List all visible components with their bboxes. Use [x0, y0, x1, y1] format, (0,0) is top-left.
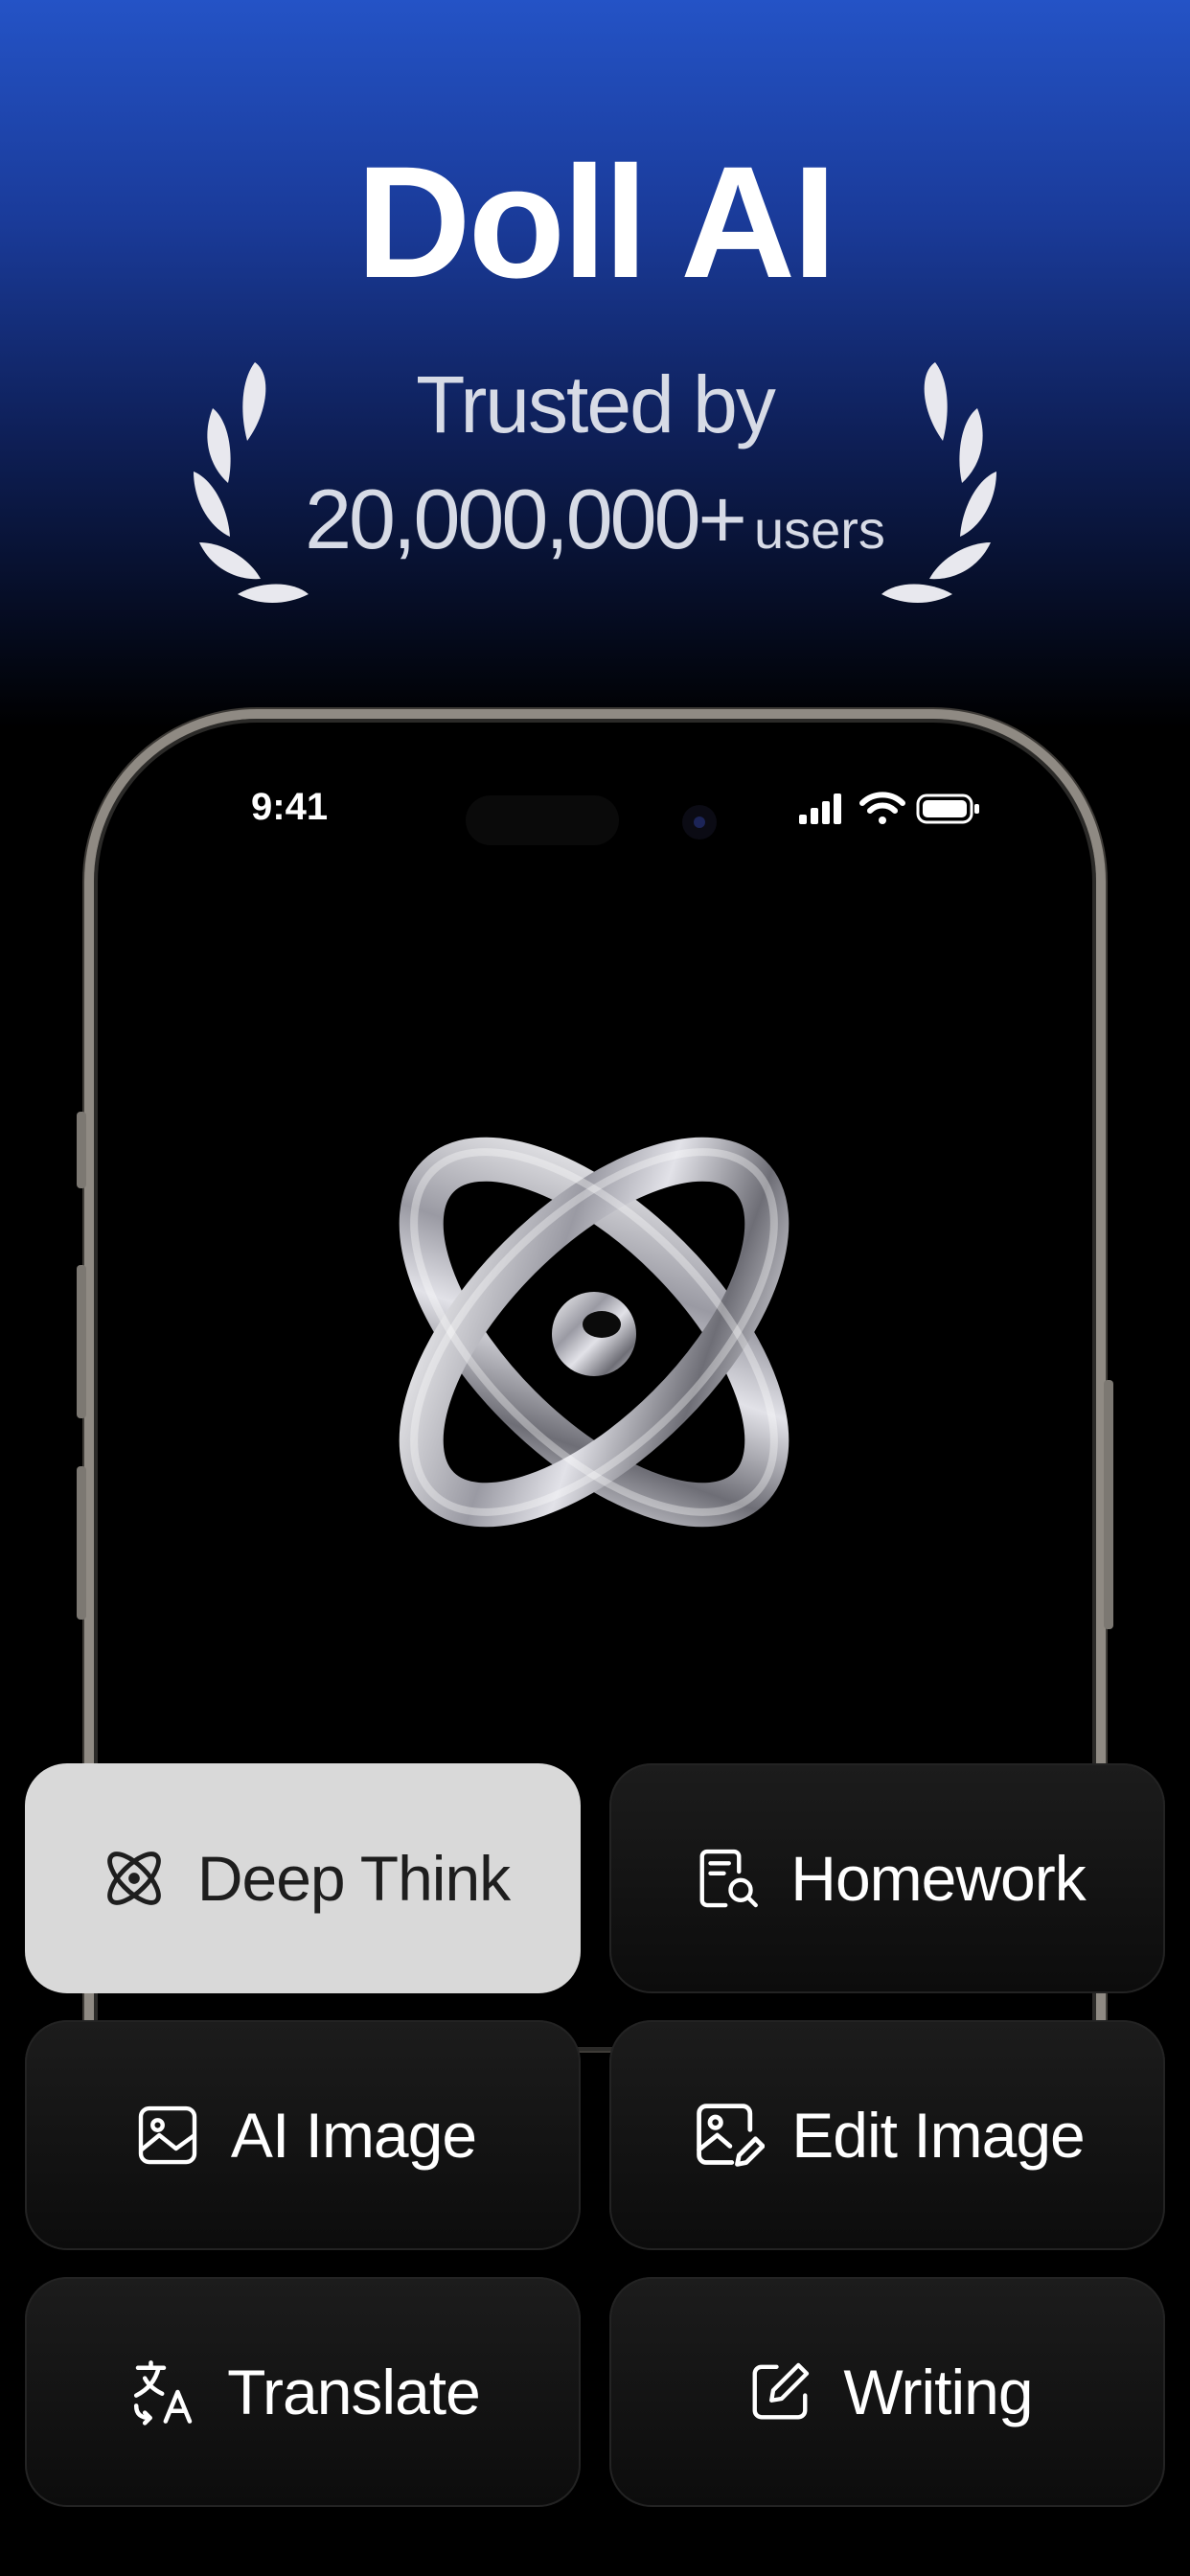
translate-label: Translate	[227, 2357, 481, 2427]
dynamic-island	[466, 795, 619, 845]
edit-image-button[interactable]: Edit Image	[609, 2020, 1165, 2250]
homework-button[interactable]: Homework	[609, 1763, 1165, 1993]
camera-icon	[682, 805, 717, 840]
pencil-square-icon	[742, 2354, 818, 2430]
deep-think-button[interactable]: Deep Think	[25, 1763, 581, 1993]
status-time: 9:41	[251, 786, 329, 828]
cellular-signal-icon	[799, 794, 841, 824]
ai-image-label: AI Image	[230, 2100, 477, 2171]
document-search-icon	[689, 1840, 766, 1917]
doll-ai-logo	[399, 1137, 790, 1528]
deep-think-label: Deep Think	[196, 1843, 511, 1914]
trust-badge: Trusted by 20,000,000+ users	[0, 364, 1190, 562]
translate-icon	[126, 2354, 202, 2430]
writing-label: Writing	[843, 2357, 1033, 2427]
phone-volume-up-button	[77, 1265, 86, 1418]
user-count: 20,000,000+	[305, 472, 747, 566]
user-unit: users	[753, 499, 885, 560]
app-title: Doll AI	[355, 134, 836, 311]
wifi-icon	[859, 792, 905, 824]
phone-action-button	[77, 1112, 86, 1188]
phone-volume-down-button	[77, 1466, 86, 1620]
status-icons	[799, 792, 979, 824]
phone-power-button	[1104, 1380, 1113, 1629]
writing-button[interactable]: Writing	[609, 2277, 1165, 2507]
homework-label: Homework	[790, 1843, 1086, 1914]
edit-image-label: Edit Image	[791, 2100, 1085, 2171]
ai-image-button[interactable]: AI Image	[25, 2020, 581, 2250]
user-count-line: 20,000,000+ users	[0, 477, 1190, 562]
atom-icon	[96, 1840, 172, 1917]
image-icon	[129, 2097, 206, 2174]
battery-icon	[916, 794, 979, 824]
image-edit-icon	[690, 2097, 767, 2174]
translate-button[interactable]: Translate	[25, 2277, 581, 2507]
trusted-by-text: Trusted by	[416, 359, 776, 449]
